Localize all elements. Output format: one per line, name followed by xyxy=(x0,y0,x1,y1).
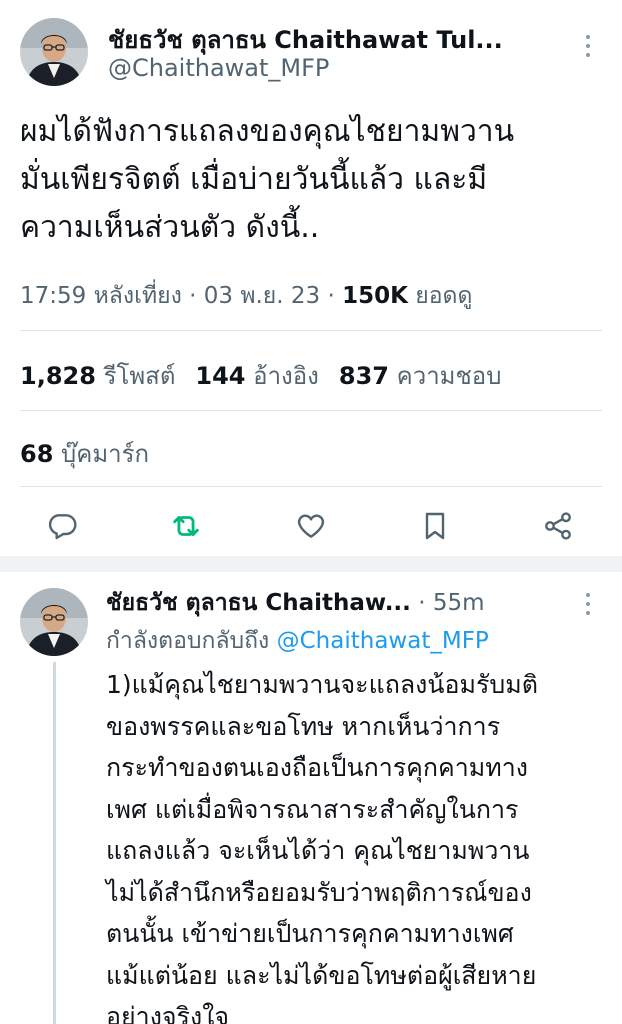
header-dot: · xyxy=(418,590,426,616)
retweet-button[interactable] xyxy=(166,506,206,546)
tweet-time[interactable]: 17:59 หลังเที่ยง xyxy=(20,283,182,309)
like-button[interactable] xyxy=(291,506,331,546)
divider xyxy=(20,486,602,487)
meta-separator: · xyxy=(189,283,204,309)
retweets-label: รีโพสต์ xyxy=(103,362,176,390)
replying-to-mention[interactable]: @Chaithawat_MFP xyxy=(277,628,489,654)
speech-bubble-icon xyxy=(48,514,77,540)
bookmark-icon xyxy=(425,512,445,540)
reply-timestamp[interactable]: 55m xyxy=(433,590,485,616)
bookmarks-label: บุ๊คมาร์ก xyxy=(61,440,150,468)
share-icon xyxy=(545,512,571,540)
reply-button[interactable] xyxy=(42,506,82,546)
tweet-text: ผมได้ฟังการแถลงของคุณไชยามพวาน มั่นเพียร… xyxy=(20,114,515,245)
reply-header: ชัยธวัช ตุลาธน Chaithaw... · 55m xyxy=(106,585,485,621)
bookmarks-count: 68 xyxy=(20,440,54,468)
quotes-stat[interactable]: 144 อ้างอิง xyxy=(195,356,319,395)
retweets-stat[interactable]: 1,828 รีโพสต์ xyxy=(20,356,175,395)
tweet-meta: 17:59 หลังเที่ยง · 03 พ.ย. 23 · 150K ยอด… xyxy=(20,278,472,314)
reply-author-avatar[interactable] xyxy=(20,588,88,656)
author-handle[interactable]: @Chaithawat_MFP xyxy=(108,54,329,82)
replying-to: กำลังตอบกลับถึง @Chaithawat_MFP xyxy=(106,623,489,659)
main-tweet: ชัยธวัช ตุลาธน Chaithawat Tul... @Chaith… xyxy=(0,0,622,556)
likes-stat[interactable]: 837 ความชอบ xyxy=(339,356,502,395)
author-avatar[interactable] xyxy=(20,18,88,86)
thread-line xyxy=(53,662,56,1024)
retweets-count: 1,828 xyxy=(20,362,96,390)
reply-text: 1)แม้คุณไชยามพวานจะแถลงน้อมรับมติ ของพรร… xyxy=(106,670,538,1024)
views-label: ยอดดู xyxy=(415,283,473,309)
more-options-icon[interactable] xyxy=(584,593,592,615)
views-count: 150K xyxy=(342,283,408,309)
divider xyxy=(20,410,602,411)
more-options-icon[interactable] xyxy=(584,35,592,57)
meta-separator: · xyxy=(327,283,343,309)
divider xyxy=(20,330,602,331)
share-button[interactable] xyxy=(538,506,578,546)
likes-count: 837 xyxy=(338,362,390,390)
heart-icon xyxy=(297,514,325,538)
likes-label: ความชอบ xyxy=(396,362,502,390)
bookmark-button[interactable] xyxy=(415,506,455,546)
engagement-stats: 1,828 รีโพสต์ 144 อ้างอิง 837 ความชอบ xyxy=(20,356,521,395)
quotes-count: 144 xyxy=(195,362,246,390)
quotes-label: อ้างอิง xyxy=(253,362,319,390)
tweet-date[interactable]: 03 พ.ย. 23 xyxy=(204,283,320,309)
reply-author-name[interactable]: ชัยธวัช ตุลาธน Chaithaw... xyxy=(106,590,411,616)
replying-to-label: กำลังตอบกลับถึง xyxy=(106,628,270,654)
retweet-icon xyxy=(173,516,199,536)
section-separator xyxy=(0,556,622,572)
bookmarks-stat[interactable]: 68 บุ๊คมาร์ก xyxy=(20,434,149,473)
